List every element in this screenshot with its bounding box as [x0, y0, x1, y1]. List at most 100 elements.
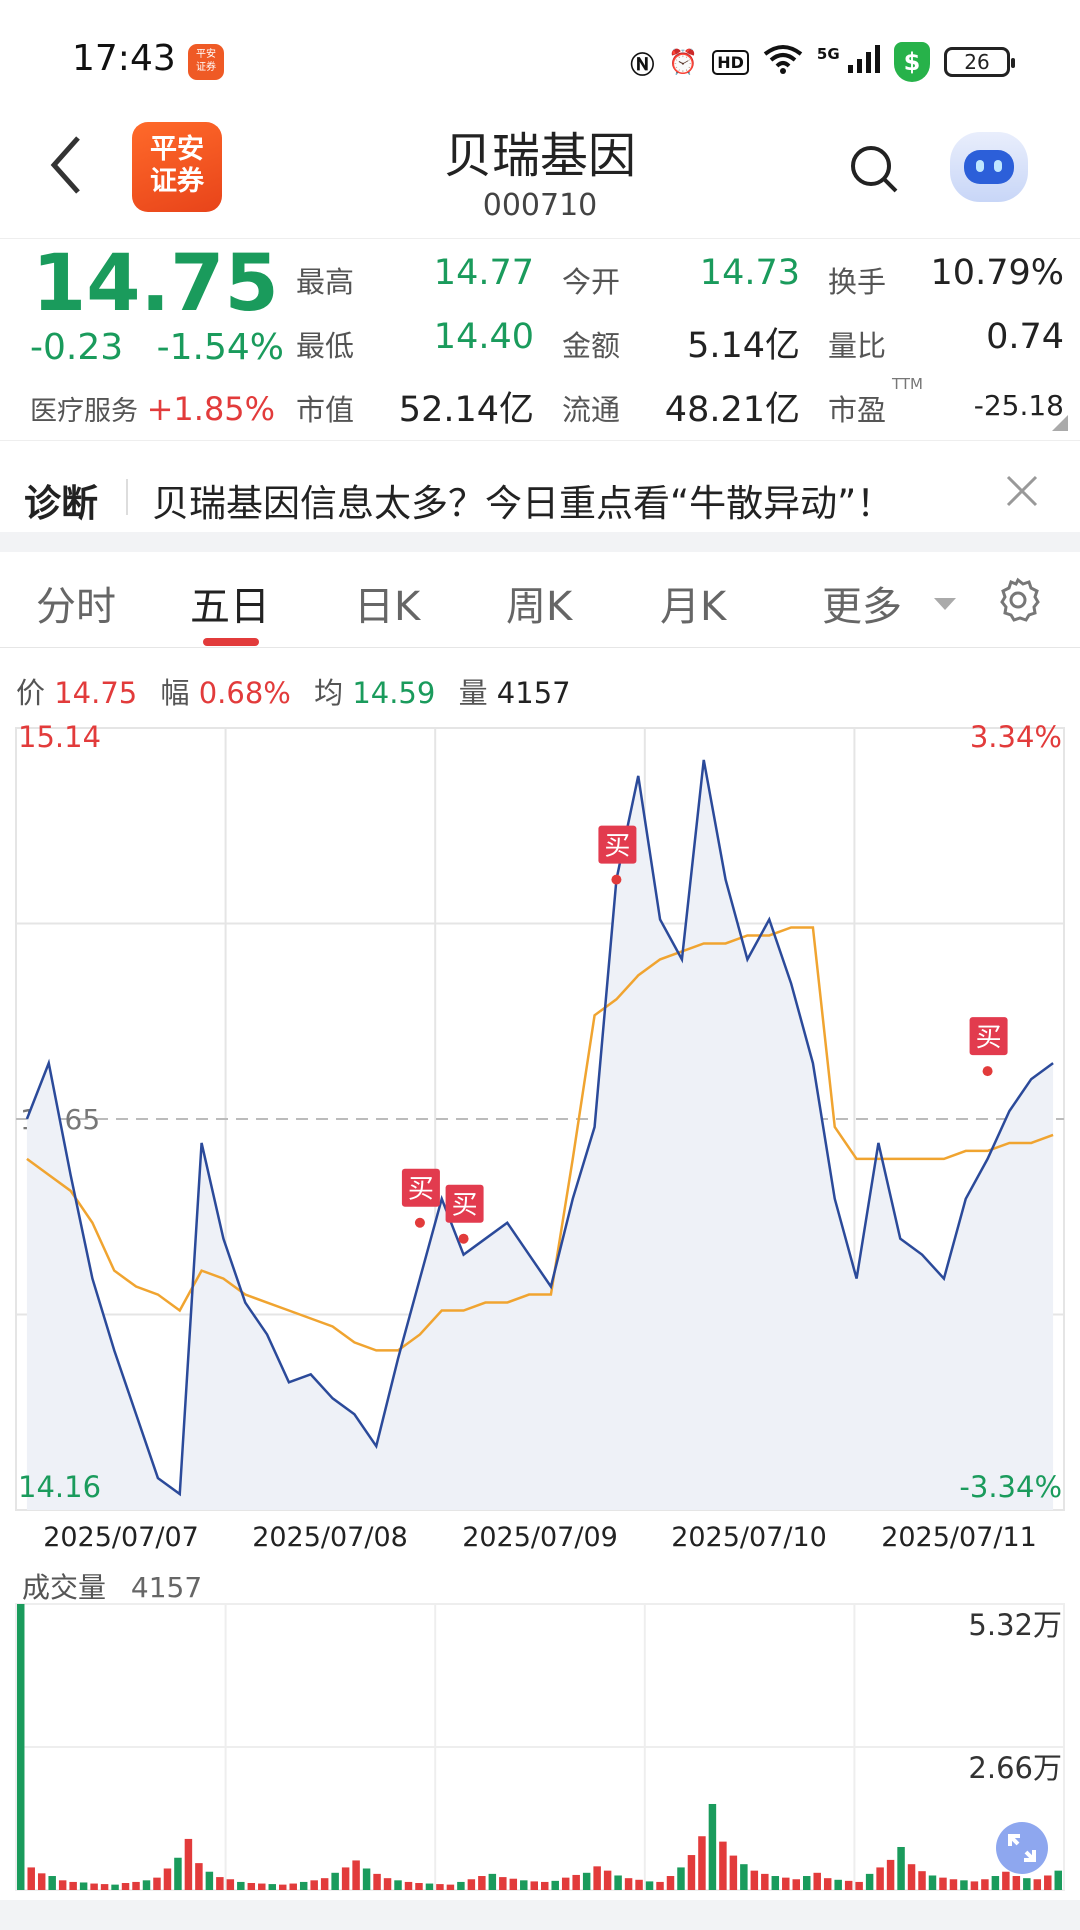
settings-button[interactable]	[994, 576, 1042, 624]
tab-intraday[interactable]: 分时	[36, 574, 116, 632]
field-value-amount: 5.14亿	[687, 326, 800, 366]
volume-value: 4157	[496, 676, 571, 710]
volume-bar	[823, 1878, 832, 1890]
volume-bar	[666, 1876, 675, 1890]
tab-daily-k[interactable]: 日K	[354, 574, 420, 632]
volume-bar	[132, 1881, 140, 1890]
five-day-price-chart[interactable]: 14.65买买买买	[0, 720, 1080, 1520]
crosshair-info: 价 14.75 幅 0.68% 均 14.59 量 4157	[16, 670, 571, 712]
sector-link[interactable]: 医疗服务 +1.85%	[30, 389, 275, 428]
current-price: 14.75	[32, 239, 279, 329]
buy-marker-label: 买	[408, 1175, 434, 1205]
field-label-amount: 金额	[562, 329, 621, 363]
quote-panel: 14.75 -0.23 -1.54% 医疗服务 +1.85% 最高 14.77 …	[0, 238, 1080, 438]
date-label: 2025/07/10	[671, 1522, 827, 1553]
volume-bar	[69, 1881, 77, 1890]
volume-bar	[237, 1881, 245, 1890]
range-label: 幅	[160, 676, 190, 710]
volume-bar	[258, 1883, 266, 1890]
field-value-high: 14.77	[433, 253, 534, 293]
volume-bar	[771, 1876, 780, 1890]
volume-bar	[478, 1876, 486, 1890]
volume-bar	[48, 1876, 56, 1890]
volume-bar	[750, 1870, 759, 1890]
volume-bar	[897, 1846, 905, 1890]
volume-bar	[195, 1863, 203, 1890]
volume-bar	[782, 1877, 790, 1890]
ai-assistant-button[interactable]	[950, 132, 1028, 202]
y-max-label: 15.14	[18, 720, 102, 754]
volume-bar	[761, 1873, 769, 1890]
sector-name: 医疗服务	[30, 396, 138, 427]
volume-bar	[981, 1879, 989, 1890]
volume-bar	[949, 1879, 958, 1890]
volume-bar	[719, 1841, 727, 1890]
volume-bar	[111, 1884, 119, 1890]
battery-icon: 26	[944, 47, 1015, 77]
volume-bar	[415, 1883, 423, 1890]
date-label: 2025/07/11	[881, 1522, 1037, 1553]
volume-bar	[635, 1879, 643, 1890]
volume-bar	[436, 1884, 444, 1890]
field-label-turnover: 换手	[828, 265, 887, 299]
field-label-float-cap: 流通	[562, 393, 621, 427]
volume-bar	[876, 1867, 884, 1890]
volume-bar	[844, 1880, 853, 1890]
volume-bar	[27, 1867, 35, 1890]
volume-bar	[729, 1855, 738, 1890]
volume-bar	[520, 1880, 528, 1890]
volume-bar	[310, 1880, 318, 1890]
alarm-icon: ⏰	[668, 48, 699, 76]
volume-chart[interactable]	[0, 1556, 1080, 1896]
volume-bar	[656, 1881, 664, 1890]
volume-bar	[698, 1836, 706, 1890]
diagnosis-text: 贝瑞基因信息太多？今日重点看“牛散异动”！	[152, 482, 894, 525]
field-value-market-cap: 52.14亿	[398, 390, 534, 430]
network-type: 5G	[816, 45, 840, 63]
volume-bar	[467, 1879, 476, 1890]
search-button[interactable]	[848, 143, 900, 195]
buy-marker-dot	[458, 1233, 469, 1244]
field-value-pe: -25.18	[973, 389, 1064, 422]
volume-bar	[1033, 1879, 1042, 1890]
tab-weekly-k[interactable]: 周K	[506, 574, 572, 632]
tab-five-day[interactable]: 五日	[190, 574, 270, 632]
corner-expand-icon[interactable]	[1052, 415, 1068, 431]
price-area	[26, 759, 1054, 1510]
stock-code: 000710	[482, 188, 598, 223]
volume-bar	[373, 1873, 381, 1890]
volume-bar	[593, 1866, 601, 1890]
volume-bar	[886, 1859, 895, 1890]
volume-bar	[394, 1880, 402, 1890]
robot-eye	[994, 160, 1002, 172]
volume-bar	[341, 1867, 350, 1890]
volume-bar	[174, 1857, 182, 1890]
volume-bar	[100, 1884, 109, 1890]
volume-bar	[541, 1881, 549, 1890]
tab-more[interactable]: 更多	[822, 574, 902, 632]
volume-bar	[1012, 1876, 1021, 1890]
close-button[interactable]	[1004, 459, 1040, 522]
volume-bar	[58, 1880, 67, 1890]
volume-label: 量	[458, 676, 488, 710]
status-bar: 17:43 平安 证券 Ⓝ ⏰ HD 5G $ 26	[0, 0, 1080, 110]
tab-monthly-k[interactable]: 月K	[660, 574, 726, 632]
volume-bar	[1044, 1875, 1052, 1890]
volume-bar	[561, 1877, 570, 1890]
status-icons: Ⓝ ⏰ HD 5G $ 26	[630, 42, 1015, 82]
volume-bar	[247, 1883, 256, 1890]
chart-tabs: 分时 五日 日K 周K 月K 更多	[0, 552, 1080, 648]
fullscreen-button[interactable]	[996, 1822, 1048, 1874]
nav-bar: 平安 证券 贝瑞基因 000710	[0, 110, 1080, 235]
volume-bar	[163, 1868, 172, 1890]
volume-bar	[1054, 1870, 1062, 1890]
volume-bar	[614, 1875, 622, 1890]
volume-bar	[142, 1880, 151, 1890]
hd-icon: HD	[712, 49, 749, 75]
volume-bar	[17, 1604, 25, 1890]
buy-marker-label: 买	[604, 832, 630, 862]
volume-bar	[582, 1872, 591, 1890]
volume-bar	[624, 1878, 633, 1890]
volume-bar	[216, 1877, 224, 1890]
volume-bar	[509, 1878, 518, 1890]
